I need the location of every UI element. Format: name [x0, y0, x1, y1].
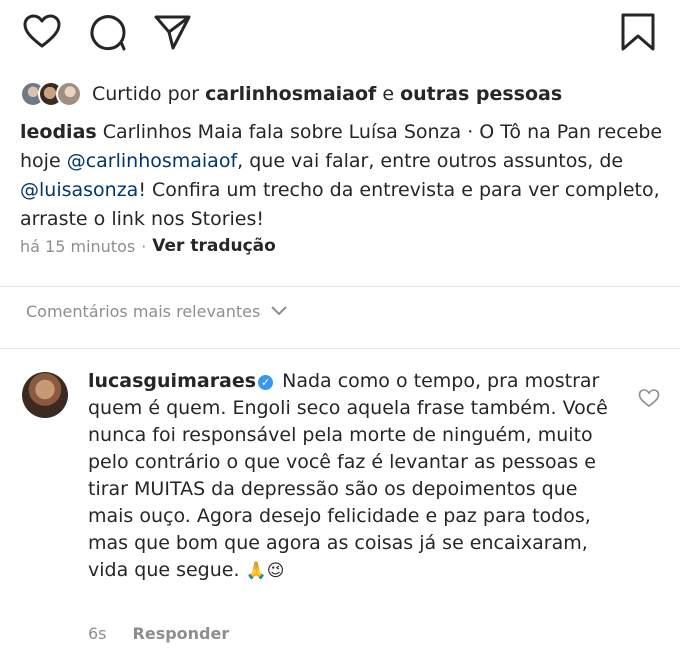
caption-username[interactable]: leodias: [20, 121, 97, 143]
comments-sort-label: Comentários mais relevantes: [26, 302, 261, 321]
comment-text: Nada como o tempo, pra mostrar quem é qu…: [88, 370, 608, 581]
comments-sort-dropdown[interactable]: Comentários mais relevantes: [26, 302, 288, 321]
caption-mention-luisa[interactable]: @luisasonza: [20, 179, 138, 201]
post-caption: leodias Carlinhos Maia fala sobre Luísa …: [20, 118, 670, 234]
verified-badge-icon: ✓: [258, 375, 274, 390]
chevron-down-icon: [270, 302, 288, 321]
liked-by-others-link[interactable]: outras pessoas: [400, 83, 562, 105]
comment-meta: 6s Responder: [88, 624, 229, 643]
comment-emojis: 🙏😉: [245, 561, 285, 581]
caption-mention-carlinhos[interactable]: @carlinhosmaiaof: [67, 150, 237, 172]
liked-by-user-link[interactable]: carlinhosmaiaof: [205, 83, 376, 105]
divider: [0, 348, 680, 349]
post-timestamp: há 15 minutos: [20, 236, 136, 256]
comment-body: lucasguimaraes ✓ Nada como o tempo, pra m…: [88, 368, 618, 585]
share-icon[interactable]: [152, 12, 192, 56]
divider: [0, 286, 680, 287]
avatar: [56, 81, 82, 107]
liked-by-joiner: e: [382, 83, 395, 105]
comment-timestamp: 6s: [88, 624, 107, 643]
commenter-username[interactable]: lucasguimaraes: [88, 370, 256, 392]
liker-avatars[interactable]: [20, 81, 82, 107]
post-action-bar: [20, 12, 660, 60]
meta-separator: ·: [141, 236, 147, 256]
liked-by-text: Curtido por carlinhosmaiaof e outras pes…: [92, 83, 562, 105]
comment-icon[interactable]: [88, 12, 128, 56]
liked-by-prefix: Curtido por: [92, 83, 200, 105]
liked-by-row: Curtido por carlinhosmaiaof e outras pes…: [20, 76, 670, 112]
comment-like-heart-icon[interactable]: [638, 388, 660, 412]
caption-text-2: , que vai falar, entre outros assuntos, …: [237, 150, 624, 172]
heart-icon[interactable]: [22, 12, 62, 56]
reply-button[interactable]: Responder: [133, 624, 230, 643]
post-meta: há 15 minutos · Ver tradução: [20, 236, 276, 256]
commenter-avatar[interactable]: [22, 372, 68, 418]
bookmark-icon[interactable]: [620, 12, 656, 56]
see-translation-link[interactable]: Ver tradução: [152, 236, 276, 256]
